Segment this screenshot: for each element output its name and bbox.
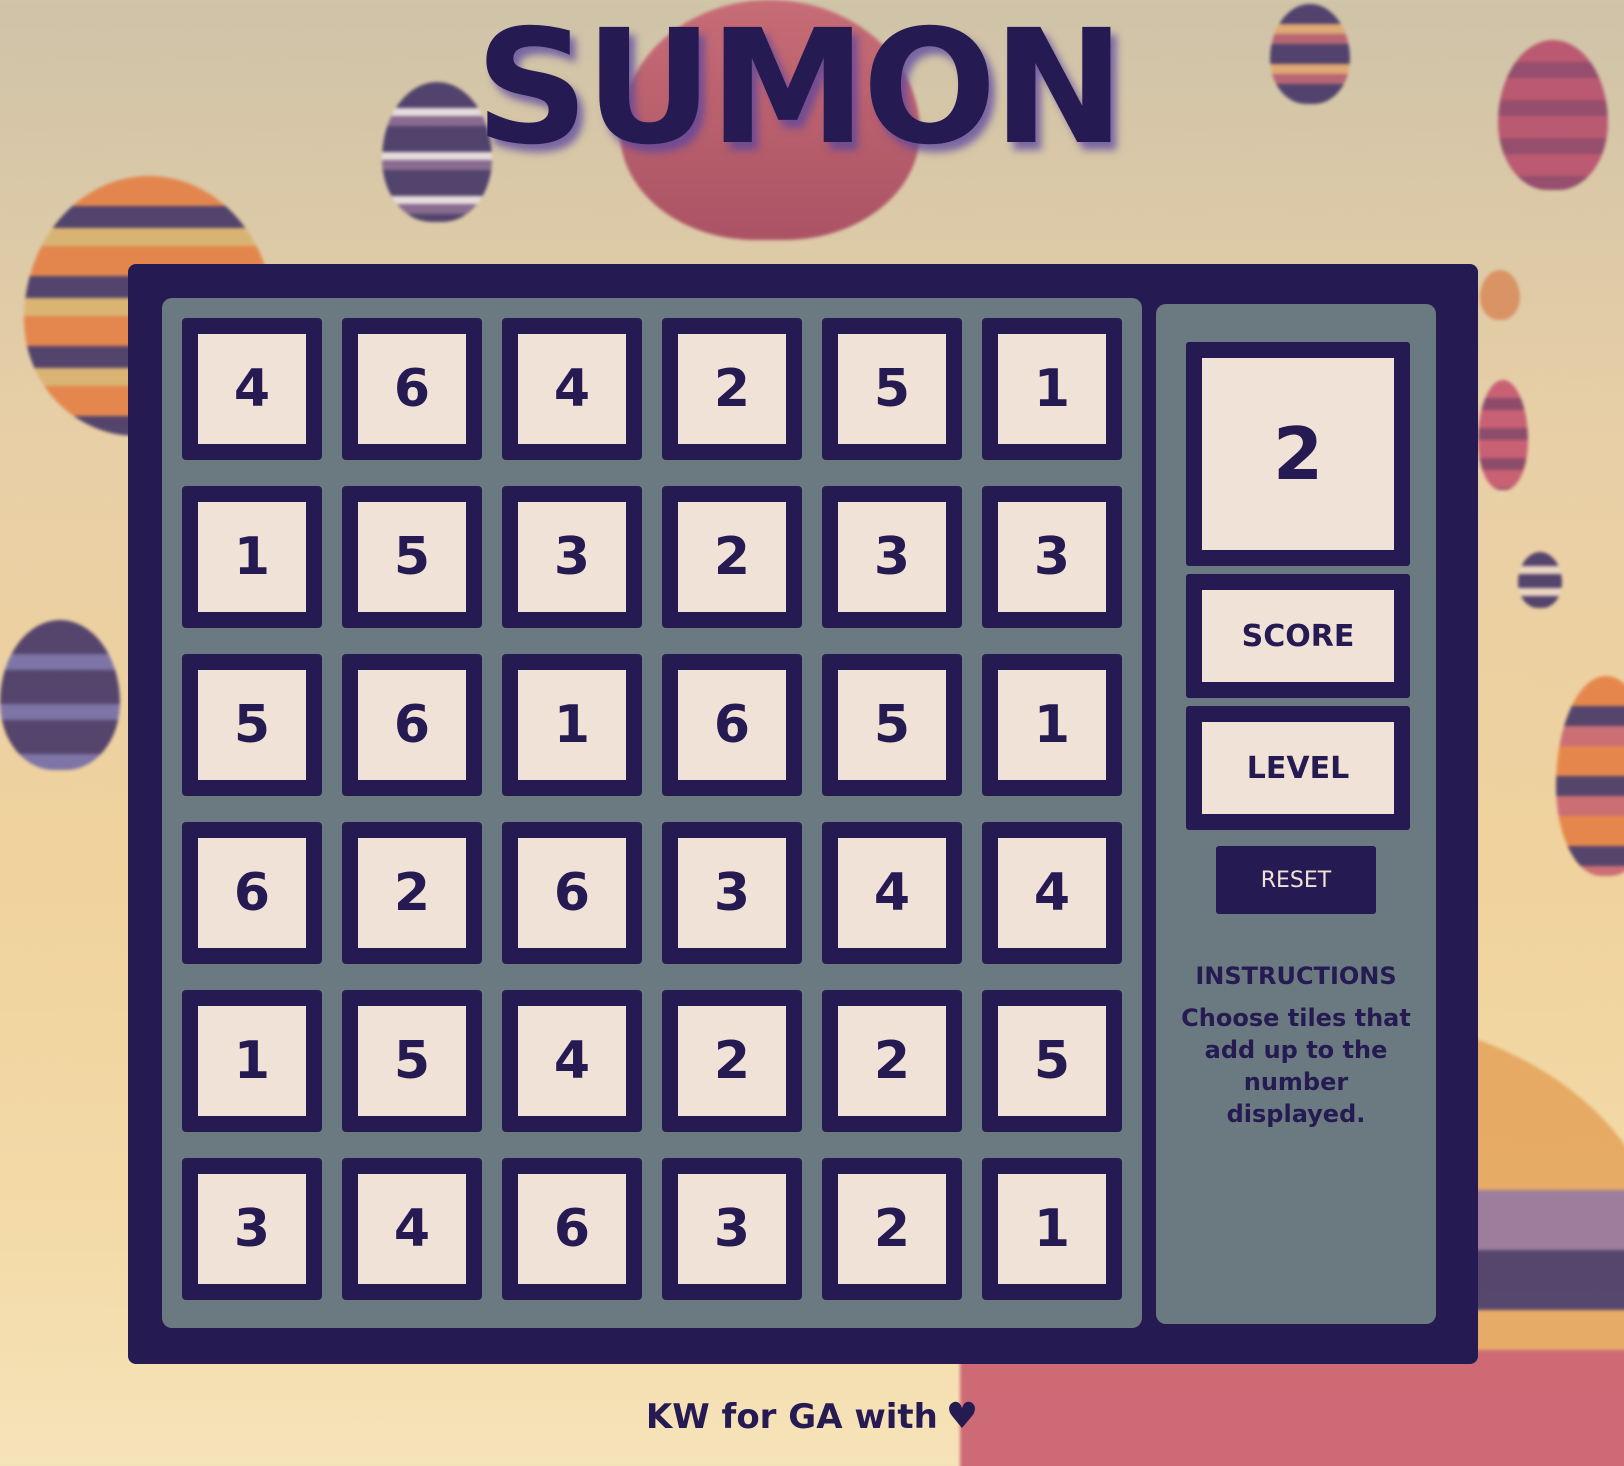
- tile[interactable]: 3: [662, 1158, 802, 1300]
- tile-number: 2: [358, 838, 466, 948]
- tile-number: 5: [198, 670, 306, 780]
- tile-number: 5: [358, 502, 466, 612]
- instructions-title: INSTRUCTIONS: [1195, 962, 1397, 990]
- footer-credit: KW for GA with ♥: [0, 1396, 1624, 1437]
- tile[interactable]: 2: [662, 990, 802, 1132]
- tile-number: 4: [518, 334, 626, 444]
- tile-number: 1: [998, 1174, 1106, 1284]
- game-board: 4 6 4 2 5 1 1 5 3 2 3 3 5 6 1 6 5 1 6 2 …: [128, 264, 1478, 1364]
- tile[interactable]: 6: [502, 822, 642, 964]
- level-box: LEVEL: [1186, 706, 1410, 830]
- tile-number: 5: [358, 1006, 466, 1116]
- tile[interactable]: 2: [662, 486, 802, 628]
- balloon-image: [0, 620, 120, 770]
- tile-number: 4: [838, 838, 946, 948]
- tile-grid: 4 6 4 2 5 1 1 5 3 2 3 3 5 6 1 6 5 1 6 2 …: [162, 298, 1142, 1328]
- balloon-image: [1556, 676, 1624, 876]
- tile[interactable]: 1: [982, 654, 1122, 796]
- tile-number: 2: [678, 502, 786, 612]
- footer-credit-text: KW for GA with: [645, 1397, 938, 1437]
- tile-number: 3: [678, 1174, 786, 1284]
- tile-number: 6: [358, 334, 466, 444]
- tile[interactable]: 6: [502, 1158, 642, 1300]
- balloon-image: [1518, 552, 1562, 608]
- tile[interactable]: 2: [822, 1158, 962, 1300]
- tile[interactable]: 1: [182, 486, 322, 628]
- tile[interactable]: 5: [822, 654, 962, 796]
- tile-number: 3: [678, 838, 786, 948]
- tile-number: 1: [518, 670, 626, 780]
- tile[interactable]: 6: [662, 654, 802, 796]
- tile-number: 4: [198, 334, 306, 444]
- reset-button[interactable]: RESET: [1216, 846, 1376, 914]
- tile-number: 2: [838, 1174, 946, 1284]
- tile[interactable]: 1: [182, 990, 322, 1132]
- tile[interactable]: 3: [662, 822, 802, 964]
- tile[interactable]: 5: [182, 654, 322, 796]
- balloon-image: [1480, 270, 1520, 320]
- tile[interactable]: 4: [502, 990, 642, 1132]
- tile-number: 1: [198, 502, 306, 612]
- tile-number: 1: [998, 334, 1106, 444]
- tile-number: 6: [518, 838, 626, 948]
- tile[interactable]: 4: [342, 1158, 482, 1300]
- tile[interactable]: 6: [342, 654, 482, 796]
- tile-number: 6: [678, 670, 786, 780]
- tile[interactable]: 3: [182, 1158, 322, 1300]
- tile[interactable]: 1: [502, 654, 642, 796]
- tile[interactable]: 5: [342, 486, 482, 628]
- tile[interactable]: 1: [982, 1158, 1122, 1300]
- tile-number: 5: [998, 1006, 1106, 1116]
- tile[interactable]: 2: [662, 318, 802, 460]
- tile[interactable]: 5: [342, 990, 482, 1132]
- tile[interactable]: 3: [822, 486, 962, 628]
- tile[interactable]: 3: [502, 486, 642, 628]
- tile[interactable]: 4: [502, 318, 642, 460]
- tile[interactable]: 3: [982, 486, 1122, 628]
- tile[interactable]: 2: [342, 822, 482, 964]
- target-number: 2: [1202, 358, 1394, 550]
- tile[interactable]: 6: [342, 318, 482, 460]
- tile[interactable]: 4: [182, 318, 322, 460]
- side-panel: 2 SCORE LEVEL RESET INSTRUCTIONS Choose …: [1156, 304, 1436, 1324]
- tile-number: 1: [198, 1006, 306, 1116]
- tile-number: 6: [198, 838, 306, 948]
- tile-number: 4: [518, 1006, 626, 1116]
- tile-number: 3: [838, 502, 946, 612]
- score-box: SCORE: [1186, 574, 1410, 698]
- tile-number: 6: [518, 1174, 626, 1284]
- tile-number: 3: [198, 1174, 306, 1284]
- tile-number: 1: [998, 670, 1106, 780]
- score-label: SCORE: [1202, 590, 1394, 682]
- balloon-image: [1478, 380, 1528, 490]
- tile-number: 2: [838, 1006, 946, 1116]
- tile-number: 5: [838, 334, 946, 444]
- tile-number: 3: [998, 502, 1106, 612]
- tile-number: 2: [678, 1006, 786, 1116]
- tile-number: 3: [518, 502, 626, 612]
- tile[interactable]: 2: [822, 990, 962, 1132]
- tile-number: 6: [358, 670, 466, 780]
- tile-number: 4: [358, 1174, 466, 1284]
- tile[interactable]: 5: [982, 990, 1122, 1132]
- game-title: SUMON: [475, 0, 1125, 180]
- instructions-text: Choose tiles that add up to the number d…: [1181, 1004, 1411, 1128]
- tile[interactable]: 6: [182, 822, 322, 964]
- tile-number: 4: [998, 838, 1106, 948]
- target-number-box: 2: [1186, 342, 1410, 566]
- tile[interactable]: 4: [822, 822, 962, 964]
- tile[interactable]: 5: [822, 318, 962, 460]
- level-label: LEVEL: [1202, 722, 1394, 814]
- tile[interactable]: 1: [982, 318, 1122, 460]
- tile[interactable]: 4: [982, 822, 1122, 964]
- tile-number: 2: [678, 334, 786, 444]
- tile-number: 5: [838, 670, 946, 780]
- heart-icon: ♥: [945, 1396, 979, 1437]
